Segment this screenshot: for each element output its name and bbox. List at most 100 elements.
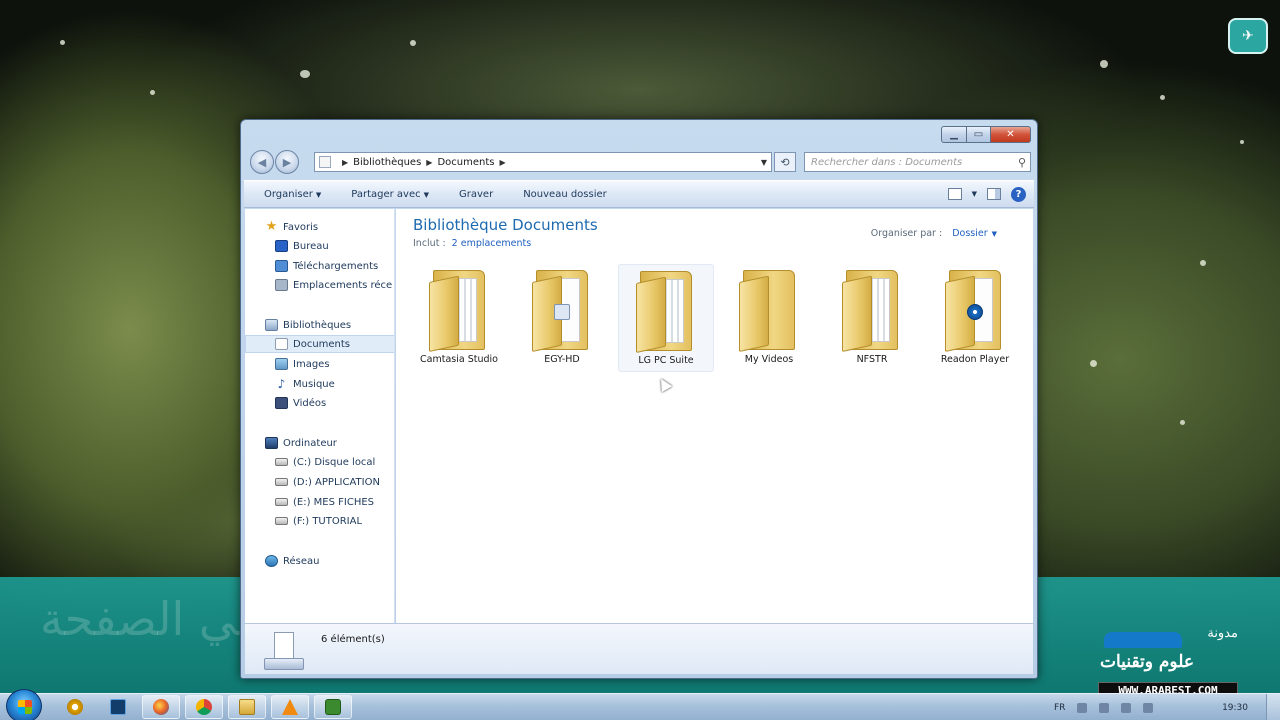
breadcrumb-separator-icon[interactable]: ▶ [499,158,505,167]
locations-link[interactable]: 2 emplacements [452,238,532,249]
taskbar-photoshop[interactable] [99,695,137,719]
nav-item-drive-c[interactable]: (C:) Disque local [245,453,394,471]
explorer-window: ▁ ▭ ✕ ◀ ▶ ▶ Bibliothèques ▶ Documents ▶ … [240,119,1038,679]
organize-button[interactable]: Organiser ▼ [244,189,331,200]
library-includes: Inclut : 2 emplacements [413,238,531,249]
taskbar-camtasia[interactable] [314,695,352,719]
folder-item-readon-player[interactable]: Readon Player [927,264,1023,372]
nav-item-desktop[interactable]: Bureau [245,237,394,255]
address-bar[interactable]: ▶ Bibliothèques ▶ Documents ▶ ▼ [314,152,772,172]
nav-item-downloads[interactable]: Téléchargements [245,257,394,275]
downloads-icon [275,260,288,272]
forward-button[interactable]: ▶ [275,150,299,174]
water-droplet [1240,140,1244,144]
tray-show-hidden-icon[interactable] [1077,702,1088,713]
vlc-icon [282,699,298,715]
taskbar-chrome[interactable] [185,695,223,719]
brand-watermark: مدونة علوم وتقنيات WWW.ARABEST.COM [1096,626,1240,699]
folder-icon [739,266,799,352]
command-bar: Organiser ▼ Partager avec ▼ Graver Nouveau… [244,180,1034,208]
nav-item-images[interactable]: Images [245,355,394,373]
navigation-pane: ★ Favoris Bureau Téléchargements Emplace… [245,209,395,623]
camtasia-icon [325,699,341,715]
content-pane: Bibliothèque Documents Inclut : 2 emplace… [396,209,1033,623]
folder-label: My Videos [744,354,794,365]
taskbar: FR 19:30 [0,689,1280,720]
taskbar-explorer[interactable] [228,695,266,719]
maximize-button[interactable]: ▭ [967,126,991,143]
water-droplet [300,70,310,78]
brand-text-top: مدونة [1207,626,1238,641]
nav-item-recent-places[interactable]: Emplacements réce [245,276,394,294]
tray-volume-icon[interactable] [1143,702,1154,713]
new-folder-button[interactable]: Nouveau dossier [503,189,617,200]
search-input[interactable]: Rechercher dans : Documents ⚲ [804,152,1031,172]
breadcrumb-libraries[interactable]: Bibliothèques [353,157,421,168]
document-badge-icon [554,304,570,320]
back-button[interactable]: ◀ [250,150,274,174]
includes-label: Inclut : [413,238,446,249]
show-desktop-button[interactable] [1266,694,1280,720]
address-history-dropdown-icon[interactable]: ▼ [757,158,771,167]
nav-label: (D:) APPLICATION [293,476,380,488]
nav-network[interactable]: Réseau [245,552,394,570]
channel-logo-icon: ✈ [1228,18,1268,54]
taskbar-clock[interactable]: 19:30 [1222,703,1248,713]
folder-label: LG PC Suite [638,355,694,366]
organize-label: Organiser [264,188,313,200]
start-button[interactable] [6,689,42,720]
nav-label: (C:) Disque local [293,456,376,468]
folder-item-nfstr[interactable]: NFSTR [824,264,920,372]
nav-label: Bureau [293,240,329,252]
language-indicator[interactable]: FR [1054,703,1065,713]
nav-libraries[interactable]: Bibliothèques [245,316,394,334]
share-with-button[interactable]: Partager avec ▼ [331,189,439,200]
nav-label: Documents [293,338,351,350]
search-icon[interactable]: ⚲ [1018,156,1026,169]
nav-item-music[interactable]: ♪ Musique [245,375,394,393]
nav-item-drive-f[interactable]: (F:) TUTORIAL [245,512,394,530]
tray-flag-icon[interactable] [1121,702,1132,713]
arrange-by: Organiser par : Dossier ▼ [871,228,997,239]
nav-item-drive-e[interactable]: (E:) MES FICHES [245,493,394,511]
help-icon[interactable]: ? [1011,186,1026,202]
chevron-down-icon: ▼ [315,190,322,199]
breadcrumb-separator-icon[interactable]: ▶ [342,158,348,167]
taskbar-clock-app[interactable] [56,695,94,719]
burn-button[interactable]: Graver [439,189,503,200]
folder-item-camtasia-studio[interactable]: Camtasia Studio [411,264,507,372]
nav-item-documents[interactable]: Documents [245,335,394,353]
folder-item-egy-hd[interactable]: EGY-HD [514,264,610,372]
share-label: Partager avec [351,188,421,200]
explorer-icon [239,699,255,715]
arrange-by-dropdown[interactable]: Dossier [952,228,987,239]
brand-text-main: علوم وتقنيات [1100,652,1194,672]
chevron-down-icon[interactable]: ▼ [992,230,997,238]
change-view-icon[interactable] [947,188,962,200]
folder-item-lg-pc-suite[interactable]: LG PC Suite [618,264,714,372]
nav-computer[interactable]: Ordinateur [245,434,394,452]
images-icon [275,358,288,370]
water-droplet [1200,260,1206,266]
nav-label: Vidéos [293,397,327,409]
nav-item-videos[interactable]: Vidéos [245,394,394,412]
recent-places-icon [275,279,288,291]
star-icon: ★ [265,219,278,234]
water-droplet [1090,360,1097,367]
taskbar-vlc[interactable] [271,695,309,719]
tray-network-icon[interactable] [1099,702,1110,713]
minimize-button[interactable]: ▁ [941,126,967,143]
nav-item-drive-d[interactable]: (D:) APPLICATION [245,473,394,491]
close-button[interactable]: ✕ [991,126,1031,143]
folder-item-my-videos[interactable]: My Videos [721,264,817,372]
chevron-down-icon[interactable]: ▼ [972,190,977,198]
breadcrumb-separator-icon[interactable]: ▶ [426,158,432,167]
preview-pane-icon[interactable] [987,188,1001,200]
refresh-button[interactable]: ⟲ [774,152,796,172]
taskbar-firefox[interactable] [142,695,180,719]
firefox-icon [153,699,169,715]
library-documents-icon [264,632,304,670]
breadcrumb-documents[interactable]: Documents [437,157,494,168]
nav-favorites[interactable]: ★ Favoris [245,218,394,236]
folder-icon [636,267,696,353]
